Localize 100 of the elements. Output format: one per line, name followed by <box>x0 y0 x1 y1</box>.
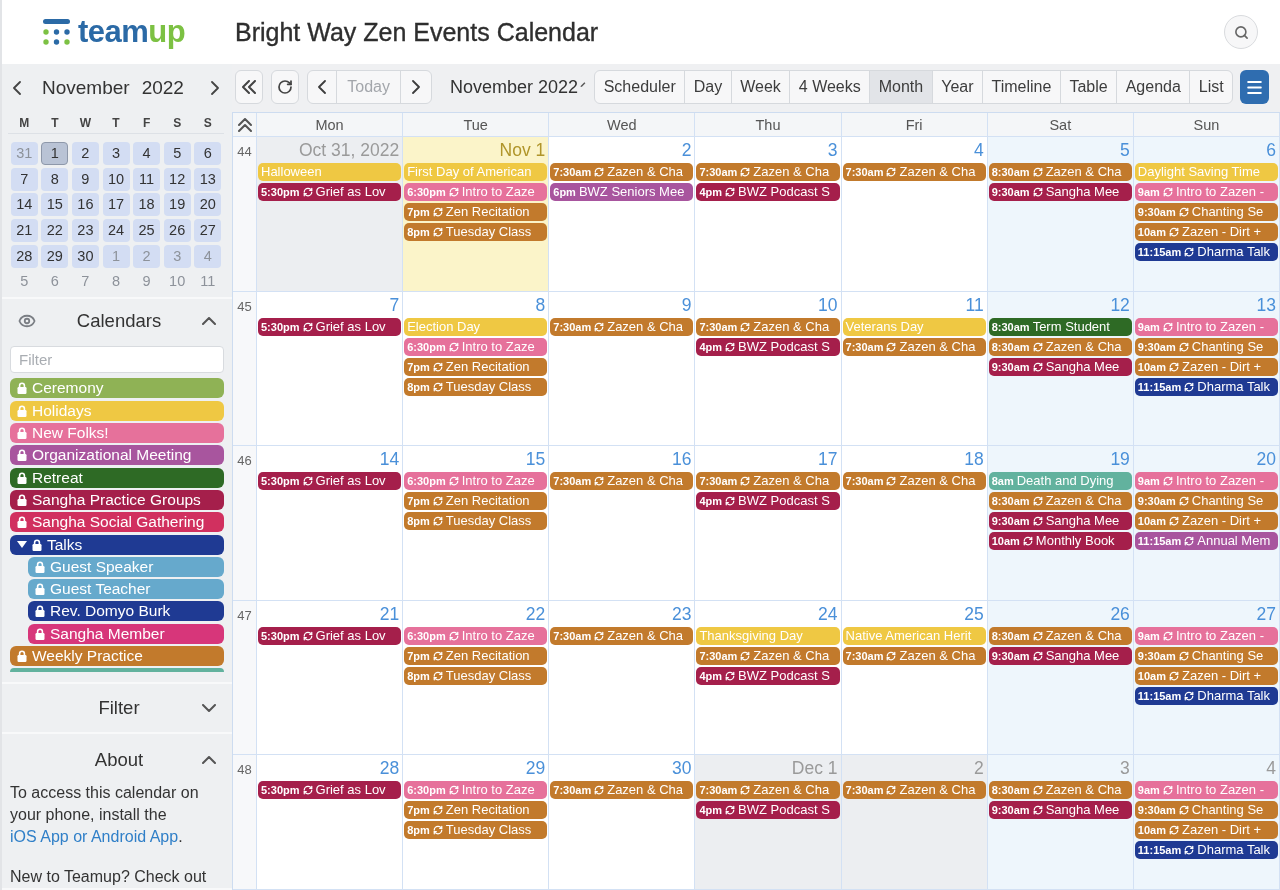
calendar-item[interactable]: Talks <box>10 534 224 555</box>
calendar-event[interactable]: 7:30am Zazen & Cha <box>696 646 840 665</box>
chevron-down-icon[interactable] <box>202 704 216 713</box>
calendar-event[interactable]: 9:30am Chanting Se <box>1134 646 1278 665</box>
calendar-event[interactable]: 4pm BWZ Podcast S <box>696 183 840 201</box>
view-tab[interactable]: Scheduler <box>595 71 685 103</box>
mini-calendar-day[interactable]: 25 <box>133 219 161 243</box>
mini-calendar-day[interactable]: 17 <box>102 193 130 217</box>
calendar-event[interactable]: 7:30am Zazen & Cha <box>842 472 986 490</box>
calendar-event[interactable]: 10am Monthly Book <box>988 532 1132 550</box>
mini-calendar-day[interactable]: 13 <box>194 167 222 191</box>
calendar-event[interactable]: 6pm BWZ Seniors Mee <box>550 183 694 201</box>
calendar-event[interactable]: 9:30am Sangha Mee <box>988 512 1132 530</box>
calendar-event[interactable]: 9:30am Chanting Se <box>1134 801 1278 819</box>
calendar-event[interactable]: 11:15am Dharma Talk <box>1134 686 1278 705</box>
jump-back-button[interactable] <box>235 70 264 104</box>
calendar-event[interactable]: 5:30pm Grief as Lov <box>258 317 402 336</box>
calendar-event[interactable]: 4pm BWZ Podcast S <box>696 337 840 356</box>
calendar-event[interactable]: 11:15am Annual Mem <box>1134 532 1278 550</box>
menu-button[interactable] <box>1240 70 1269 104</box>
calendar-event[interactable]: 7pm Zen Recitation <box>404 646 548 665</box>
view-tab[interactable]: Month <box>869 71 932 103</box>
calendar-event[interactable]: 5:30pm Grief as Lov <box>258 472 402 490</box>
calendar-event[interactable]: 7:30am Zazen & Cha <box>550 317 694 336</box>
calendar-event[interactable]: 8:30am Zazen & Cha <box>988 337 1132 356</box>
mini-calendar-day[interactable]: 22 <box>41 219 69 243</box>
mini-calendar-day[interactable]: 7 <box>71 270 99 294</box>
mini-calendar-day[interactable]: 30 <box>71 244 99 268</box>
calendar-event[interactable]: 8:30am Zazen & Cha <box>988 626 1132 645</box>
calendar-event[interactable]: 8pm Tuesday Class <box>404 377 548 396</box>
calendar-event[interactable]: 11:15am Dharma Talk <box>1134 377 1278 396</box>
calendar-event[interactable]: 7:30am Zazen & Cha <box>696 781 840 799</box>
calendar-item[interactable]: Organizational Meeting <box>10 445 224 466</box>
calendar-event[interactable]: 8pm Tuesday Class <box>404 666 548 685</box>
mini-calendar-day[interactable]: 10 <box>102 167 130 191</box>
calendar-item[interactable]: Rev. Domyo Burk <box>28 601 224 622</box>
mini-calendar-day[interactable]: 3 <box>102 142 130 165</box>
calendar-event[interactable]: 4pm BWZ Podcast S <box>696 801 840 819</box>
mini-calendar-day[interactable]: 11 <box>194 270 222 294</box>
calendar-event[interactable]: 9:30am Sangha Mee <box>988 646 1132 665</box>
calendar-item[interactable]: Sangha Social Gathering <box>10 512 224 533</box>
calendar-event[interactable]: 4pm BWZ Podcast S <box>696 492 840 510</box>
mini-calendar-day[interactable]: 5 <box>163 142 191 165</box>
calendar-item[interactable]: Ceremony <box>10 378 224 399</box>
filter-field[interactable]: Filter <box>10 346 224 374</box>
calendar-event[interactable]: 10am Zazen - Dirt + <box>1134 357 1278 376</box>
mini-calendar-day[interactable]: 10 <box>163 270 191 294</box>
calendar-event[interactable]: 8pm Tuesday Class <box>404 223 548 241</box>
mini-calendar-day[interactable]: 14 <box>10 193 38 217</box>
chevron-up-icon[interactable] <box>202 317 216 326</box>
calendar-event[interactable]: 11:15am Dharma Talk <box>1134 841 1278 859</box>
calendar-event[interactable]: 9am Intro to Zazen - <box>1134 183 1278 201</box>
pencil-icon[interactable] <box>580 80 587 88</box>
view-tab[interactable]: Week <box>730 71 790 103</box>
calendar-event[interactable]: 5:30pm Grief as Lov <box>258 183 402 201</box>
mini-calendar-day[interactable]: 19 <box>163 193 191 217</box>
mini-calendar-day[interactable]: 31 <box>10 142 38 165</box>
mini-calendar-day[interactable]: 11 <box>133 167 161 191</box>
app-link[interactable]: iOS App or Android App <box>10 828 179 846</box>
calendar-event[interactable]: 5:30pm Grief as Lov <box>258 626 402 645</box>
calendar-event[interactable]: 7:30am Zazen & Cha <box>696 163 840 181</box>
calendar-event[interactable]: 8pm Tuesday Class <box>404 512 548 530</box>
calendar-event[interactable]: 7pm Zen Recitation <box>404 203 548 221</box>
mini-calendar-day[interactable]: 9 <box>71 167 99 191</box>
calendar-event[interactable]: 10am Zazen - Dirt + <box>1134 666 1278 685</box>
calendar-event[interactable]: 9am Intro to Zazen - <box>1134 781 1278 799</box>
mini-calendar-day[interactable]: 2 <box>133 244 161 268</box>
caret-icon[interactable] <box>17 540 27 549</box>
mini-calendar-day[interactable]: 8 <box>41 167 69 191</box>
mini-calendar-day[interactable]: 9 <box>133 270 161 294</box>
calendar-item[interactable]: Sangha Member <box>28 623 224 644</box>
mini-calendar-day[interactable]: 20 <box>194 193 222 217</box>
calendar-event[interactable]: 10am Zazen - Dirt + <box>1134 512 1278 530</box>
view-tab[interactable]: Day <box>684 71 731 103</box>
calendar-event[interactable]: 9am Intro to Zazen - <box>1134 626 1278 645</box>
calendar-event[interactable]: 6:30pm Intro to Zaze <box>404 183 548 201</box>
date-range-title[interactable]: November 2022 <box>450 76 579 98</box>
calendar-event[interactable]: 8:30am Zazen & Cha <box>988 163 1132 181</box>
view-tab[interactable]: Agenda <box>1116 71 1190 103</box>
calendar-event[interactable]: 9:30am Sangha Mee <box>988 183 1132 201</box>
calendar-event[interactable]: 6:30pm Intro to Zaze <box>404 472 548 490</box>
refresh-button[interactable] <box>271 70 300 104</box>
calendar-event[interactable]: 7pm Zen Recitation <box>404 801 548 819</box>
mini-calendar-day[interactable]: 26 <box>163 219 191 243</box>
calendar-event[interactable]: 7:30am Zazen & Cha <box>842 163 986 181</box>
calendar-event[interactable]: 8:30am Zazen & Cha <box>988 492 1132 510</box>
mini-calendar-day[interactable]: 24 <box>102 219 130 243</box>
mini-calendar-day[interactable]: 4 <box>133 142 161 165</box>
mini-calendar-day[interactable]: 3 <box>163 244 191 268</box>
mini-calendar-day[interactable]: 21 <box>10 219 38 243</box>
calendar-event[interactable]: 7:30am Zazen & Cha <box>842 781 986 799</box>
calendar-event[interactable]: 7:30am Zazen & Cha <box>696 472 840 490</box>
calendar-event[interactable]: 6:30pm Intro to Zaze <box>404 781 548 799</box>
calendar-event[interactable]: 8:30am Term Student <box>988 317 1132 336</box>
calendar-event[interactable]: 10am Zazen - Dirt + <box>1134 821 1278 839</box>
mini-calendar-day[interactable]: 16 <box>71 193 99 217</box>
calendar-event[interactable]: 7:30am Zazen & Cha <box>842 337 986 356</box>
mini-calendar-day[interactable]: 7 <box>10 167 38 191</box>
mini-calendar-day[interactable]: 28 <box>10 244 38 268</box>
view-tab[interactable]: List <box>1189 71 1233 103</box>
